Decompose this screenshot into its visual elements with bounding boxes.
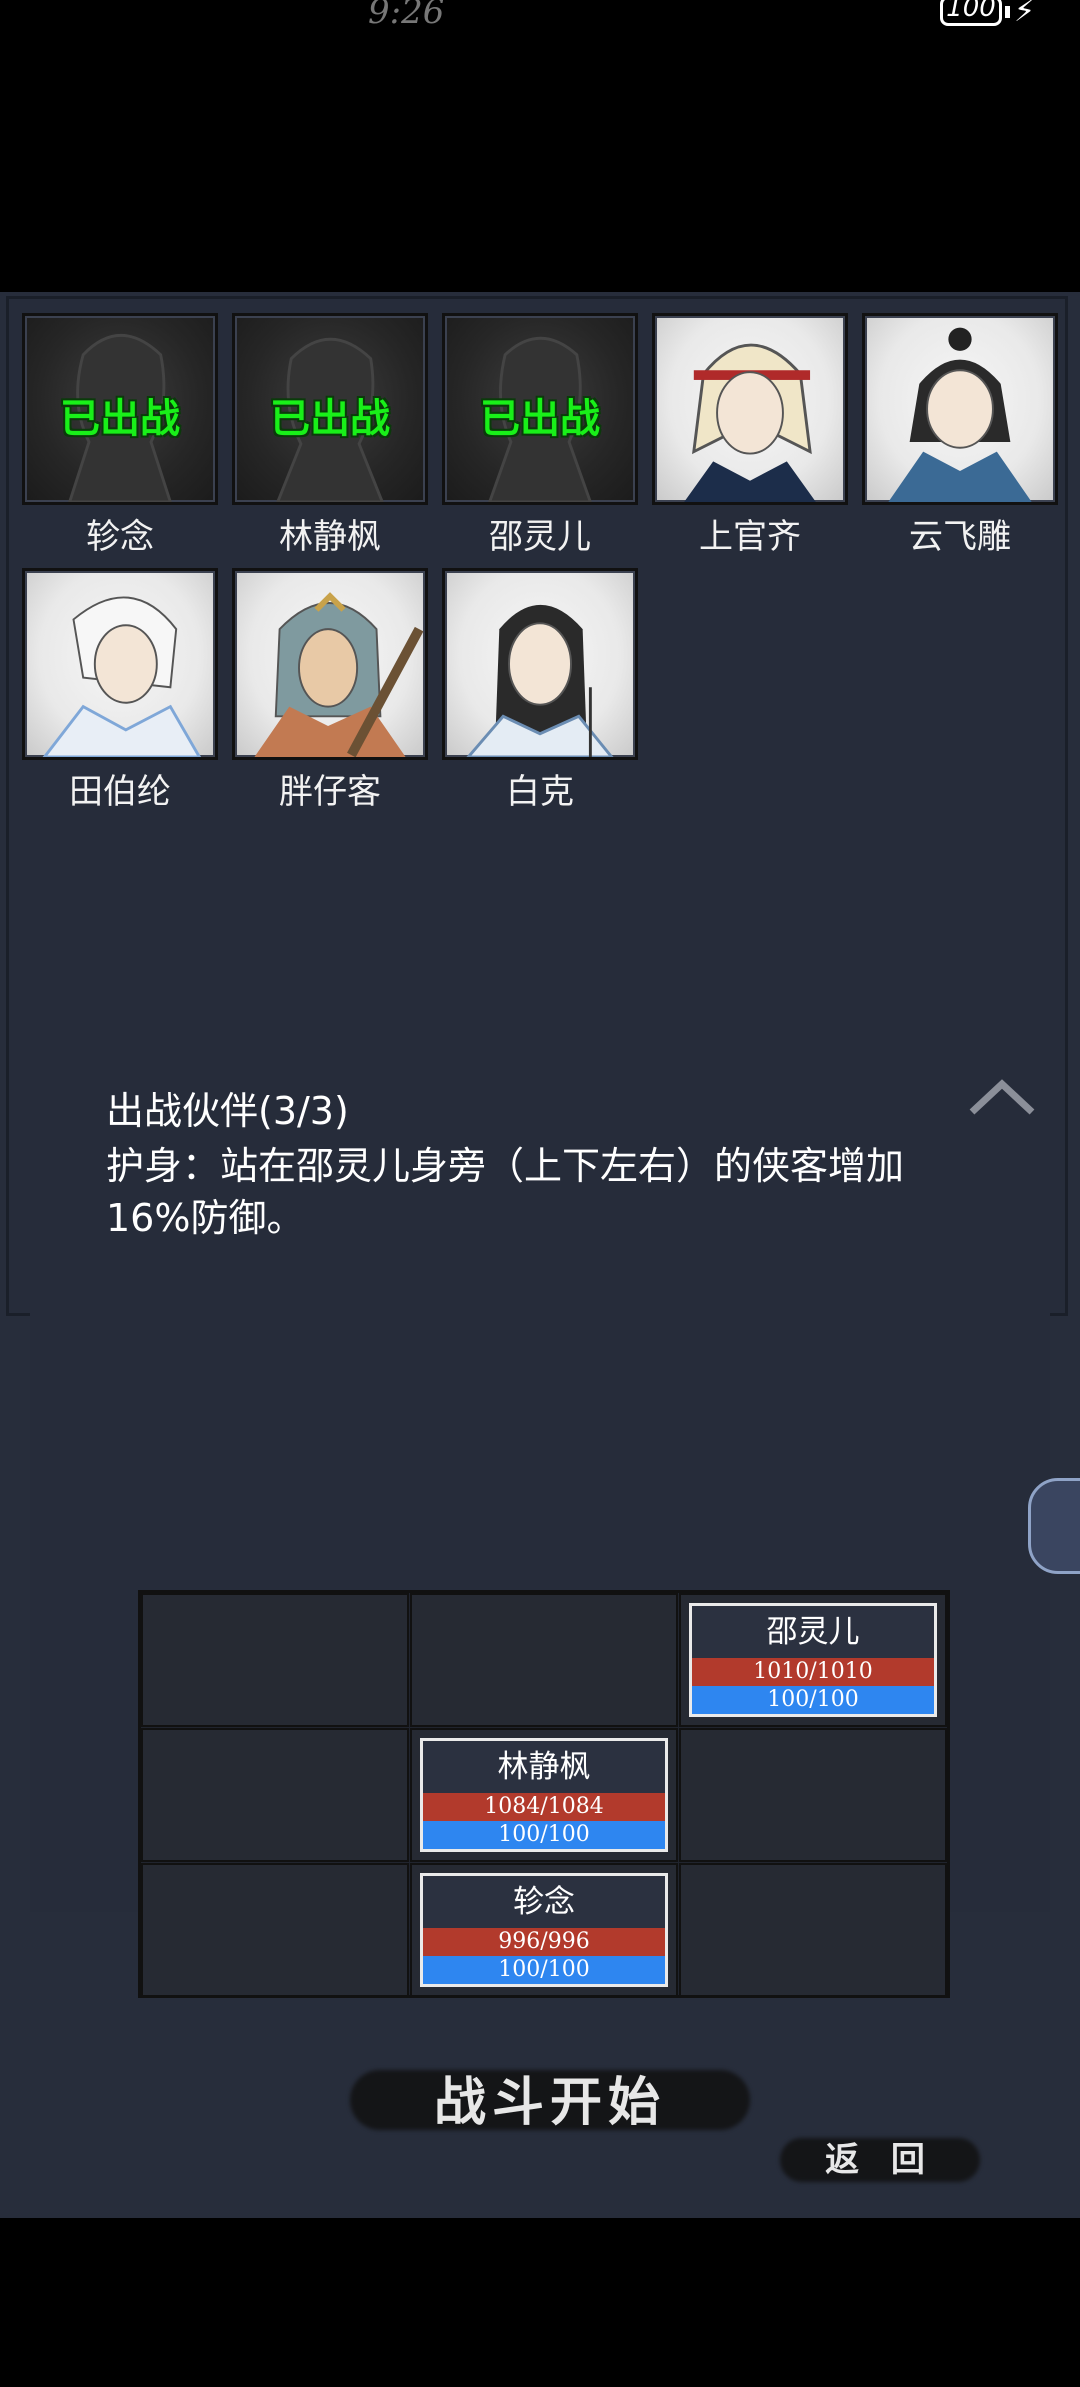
roster-name: 上官齐 xyxy=(699,517,801,557)
formation-unit[interactable]: 邵灵儿 1010/1010 100/100 xyxy=(689,1603,937,1717)
unit-name: 轸念 xyxy=(513,1884,575,1920)
formation-cell[interactable] xyxy=(141,1593,409,1727)
formation-grid: 邵灵儿 1010/1010 100/100 林静枫 1084/1084 100/… xyxy=(138,1590,950,1998)
roster-card-5[interactable]: 云飞雕 xyxy=(862,313,1058,558)
deployed-label: 已出战 xyxy=(480,396,600,442)
portrait-image xyxy=(232,568,428,760)
roster-card-6[interactable]: 田伯纶 xyxy=(22,568,218,813)
roster-name: 田伯纶 xyxy=(69,772,171,812)
formation-unit[interactable]: 林静枫 1084/1084 100/100 xyxy=(420,1738,668,1852)
roster-card-2[interactable]: 已出战 林静枫 xyxy=(232,313,428,558)
party-title: 出战伙伴(3/3) xyxy=(106,1089,349,1133)
hp-bar: 1010/1010 xyxy=(692,1658,934,1686)
status-bar: 9:26 100 ⚡ xyxy=(0,0,1080,40)
unit-name: 林静枫 xyxy=(497,1749,591,1785)
formation-cell[interactable] xyxy=(141,1728,409,1862)
formation-cell[interactable]: 邵灵儿 1010/1010 100/100 xyxy=(679,1593,947,1727)
battery-level: 100 xyxy=(946,0,996,23)
formation-cell[interactable] xyxy=(679,1863,947,1997)
back-label: 返 回 xyxy=(825,2140,935,2180)
formation-cell[interactable]: 轸念 996/996 100/100 xyxy=(410,1863,678,1997)
portrait-image xyxy=(22,568,218,760)
portrait-image: 已出战 xyxy=(442,313,638,505)
battery-tip xyxy=(1005,6,1010,18)
mp-bar: 100/100 xyxy=(423,1956,665,1984)
roster-name: 云飞雕 xyxy=(909,517,1011,557)
charging-icon: ⚡ xyxy=(1014,0,1036,29)
deployed-label: 已出战 xyxy=(270,396,390,442)
roster-card-1[interactable]: 已出战 轸念 xyxy=(22,313,218,558)
portrait-image: 已出战 xyxy=(22,313,218,505)
roster-name: 白克 xyxy=(506,772,574,812)
collapse-chevron-icon[interactable] xyxy=(966,1074,1038,1118)
roster-name: 轸念 xyxy=(86,517,154,557)
deployed-label: 已出战 xyxy=(60,396,180,442)
portrait-image xyxy=(652,313,848,505)
portrait-image xyxy=(442,568,638,760)
formation-cell[interactable] xyxy=(141,1863,409,1997)
roster-name: 胖仔客 xyxy=(279,772,381,812)
formation-unit[interactable]: 轸念 996/996 100/100 xyxy=(420,1873,668,1987)
formation-cell[interactable] xyxy=(679,1728,947,1862)
formation-cell[interactable] xyxy=(410,1593,678,1727)
portrait-image xyxy=(862,313,1058,505)
battery-icon: 100 xyxy=(940,0,1002,26)
roster-card-4[interactable]: 上官齐 xyxy=(652,313,848,558)
unit-name: 邵灵儿 xyxy=(766,1614,860,1650)
portrait-image: 已出战 xyxy=(232,313,428,505)
roster-card-3[interactable]: 已出战 邵灵儿 xyxy=(442,313,638,558)
roster-card-7[interactable]: 胖仔客 xyxy=(232,568,428,813)
roster-card-8[interactable]: 白克 xyxy=(442,568,638,813)
party-description: 护身：站在邵灵儿身旁（上下左右）的侠客增加16%防御。 xyxy=(106,1144,905,1240)
mp-bar: 100/100 xyxy=(692,1686,934,1714)
hp-bar: 996/996 xyxy=(423,1928,665,1956)
status-time: 9:26 xyxy=(368,0,445,32)
start-battle-button[interactable]: 战斗开始 xyxy=(350,2060,750,2133)
mp-bar: 100/100 xyxy=(423,1821,665,1849)
side-tab-button[interactable] xyxy=(1028,1478,1080,1574)
roster-name: 邵灵儿 xyxy=(489,517,591,557)
formation-cell[interactable]: 林静枫 1084/1084 100/100 xyxy=(410,1728,678,1862)
hp-bar: 1084/1084 xyxy=(423,1793,665,1821)
back-button[interactable]: 返 回 xyxy=(780,2128,980,2188)
roster-name: 林静枫 xyxy=(279,517,381,557)
start-battle-label: 战斗开始 xyxy=(433,2072,666,2133)
